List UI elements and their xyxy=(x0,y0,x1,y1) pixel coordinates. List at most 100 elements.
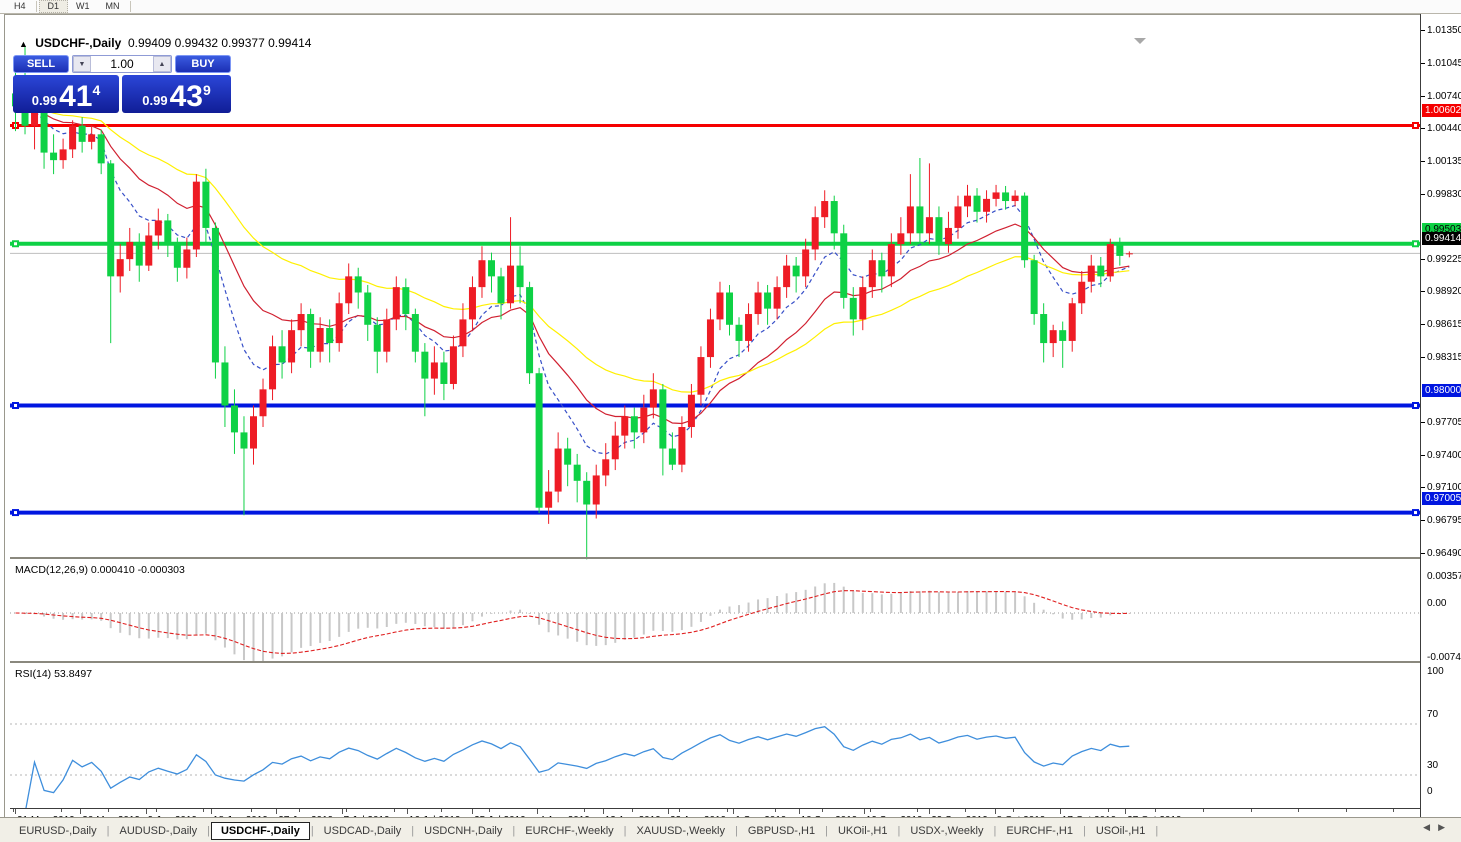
sell-button[interactable]: SELL xyxy=(13,55,69,73)
candle-body xyxy=(440,362,447,384)
candle-body xyxy=(526,287,533,373)
price-axis-tick xyxy=(1421,291,1425,292)
tab-divider: | xyxy=(897,825,900,837)
level-anchor-center xyxy=(1414,404,1417,407)
time-axis-tick xyxy=(1298,809,1299,812)
toolbar-divider xyxy=(36,1,37,12)
time-axis-tick xyxy=(108,809,109,812)
candle-body xyxy=(593,475,600,504)
time-axis-tick xyxy=(679,809,680,812)
chart-tab-usdcnh-daily[interactable]: USDCNH-,Daily xyxy=(415,822,511,840)
price-axis-tick xyxy=(1421,553,1425,554)
tab-divider: | xyxy=(411,825,414,837)
chart-tab-xauusd-weekly[interactable]: XAUUSD-,Weekly xyxy=(628,822,734,840)
price-axis-tick xyxy=(1421,357,1425,358)
chart-tab-usoil-h1[interactable]: USOil-,H1 xyxy=(1087,822,1155,840)
tab-divider: | xyxy=(512,825,515,837)
chart-tab-eurchf-h1[interactable]: EURCHF-,H1 xyxy=(997,822,1082,840)
level-anchor-center xyxy=(1414,242,1417,245)
sell-quote-button[interactable]: 0.99 41 4 xyxy=(13,75,119,113)
panel-splitter[interactable] xyxy=(10,661,1425,663)
chart-tab-usdcad-daily[interactable]: USDCAD-,Daily xyxy=(315,822,411,840)
macd-panel-canvas[interactable] xyxy=(10,573,1425,675)
buy-price-big: 43 xyxy=(170,84,203,110)
price-level-badge: 0.98000 xyxy=(1422,384,1461,397)
mt4-window: H4 D1W1MN ▲ USDCHF-,Daily 0.99409 0.99432… xyxy=(0,0,1461,842)
candle-body xyxy=(145,235,152,265)
chart-tab-gbpusd-h1[interactable]: GBPUSD-,H1 xyxy=(739,822,824,840)
rsi-label: RSI(14) 53.8497 xyxy=(15,668,92,680)
volume-increase-button[interactable]: ▲ xyxy=(153,56,171,72)
timeframe-toolbar: H4 D1W1MN xyxy=(0,0,1461,14)
candle-body xyxy=(1002,192,1009,201)
timeframe-button-d1[interactable]: D1 xyxy=(39,0,69,13)
candle-body xyxy=(1078,282,1085,304)
candle-body xyxy=(1050,330,1057,343)
time-axis-major-tick xyxy=(80,809,81,814)
time-axis-tick xyxy=(13,809,14,812)
tab-divider: | xyxy=(207,825,210,837)
sell-price-sup: 4 xyxy=(92,82,100,98)
candle-body xyxy=(859,287,866,319)
price-axis-label: 0.96795 xyxy=(1427,515,1461,526)
chart-tab-eurusd-daily[interactable]: EURUSD-,Daily xyxy=(10,822,106,840)
price-chart-canvas[interactable] xyxy=(10,37,1425,571)
chart-tab-ukoil-h1[interactable]: UKOil-,H1 xyxy=(829,822,897,840)
time-axis-tick xyxy=(489,809,490,812)
candle-body xyxy=(983,199,990,212)
price-axis-label: 0.97705 xyxy=(1427,417,1461,428)
candle-body xyxy=(907,206,914,233)
tab-divider: | xyxy=(107,825,110,837)
chart-ohlc-values: 0.99409 0.99432 0.99377 0.99414 xyxy=(128,36,312,50)
one-click-trade-panel: SELL ▼ 1.00 ▲ BUY 0.99 41 4 0.99 43 9 xyxy=(13,55,231,113)
timeframe-button-mn[interactable]: MN xyxy=(98,0,128,13)
volume-stepper: ▼ 1.00 ▲ xyxy=(72,55,172,73)
price-axis-label: 1.00740 xyxy=(1427,91,1461,102)
price-axis[interactable]: 1.013501.010451.007401.004401.001350.998… xyxy=(1420,14,1461,817)
rsi-panel-canvas[interactable] xyxy=(10,677,1425,808)
tab-scroll-right-icon[interactable]: ▶ xyxy=(1438,822,1453,832)
panel-splitter[interactable] xyxy=(10,557,1425,559)
candle-body xyxy=(402,287,409,314)
chart-tab-usdchf-daily[interactable]: USDCHF-,Daily xyxy=(211,822,310,840)
candle-body xyxy=(697,357,704,395)
price-axis-tick xyxy=(1421,63,1425,64)
candle-body xyxy=(935,217,942,244)
time-axis-tick xyxy=(346,809,347,812)
timeframe-button-w1[interactable]: W1 xyxy=(68,0,98,13)
candle-body xyxy=(964,196,971,207)
candle-body xyxy=(650,389,657,407)
buy-button[interactable]: BUY xyxy=(175,55,231,73)
candle-body xyxy=(136,242,143,266)
buy-quote-button[interactable]: 0.99 43 9 xyxy=(122,75,231,113)
candle-body xyxy=(507,266,514,304)
chart-shift-marker-icon[interactable] xyxy=(1134,38,1146,44)
chart-tab-usdx-weekly[interactable]: USDX-,Weekly xyxy=(901,822,992,840)
rsi-axis-label: 100 xyxy=(1427,666,1444,677)
chart-tab-audusd-daily[interactable]: AUDUSD-,Daily xyxy=(110,822,206,840)
candle-body xyxy=(412,314,419,352)
tab-scroll-left-icon[interactable]: ◀ xyxy=(1423,822,1438,832)
candle-body xyxy=(1107,244,1114,276)
volume-input[interactable]: 1.00 xyxy=(91,56,153,72)
candle-body xyxy=(840,233,847,298)
candle-body xyxy=(555,449,562,492)
chart-tab-eurchf-weekly[interactable]: EURCHF-,Weekly xyxy=(516,822,622,840)
candle-body xyxy=(850,298,857,320)
candle-body xyxy=(631,416,638,432)
candle-body xyxy=(764,293,771,309)
level-anchor-center xyxy=(1414,124,1417,127)
price-level-badge: 0.97005 xyxy=(1422,492,1461,505)
candle-body xyxy=(260,389,267,416)
time-axis-major-tick xyxy=(1060,809,1061,814)
volume-decrease-button[interactable]: ▼ xyxy=(73,56,91,72)
price-axis-tick xyxy=(1421,128,1425,129)
time-axis-tick xyxy=(1251,809,1252,812)
candle-body xyxy=(602,459,609,475)
price-axis-label: 0.97400 xyxy=(1427,450,1461,461)
time-axis-tick xyxy=(1155,809,1156,812)
price-axis-label: 1.01045 xyxy=(1427,58,1461,69)
timeframe-button-h4[interactable]: H4 xyxy=(6,0,34,13)
time-axis-tick xyxy=(1108,809,1109,812)
toolbar-divider xyxy=(130,1,131,12)
